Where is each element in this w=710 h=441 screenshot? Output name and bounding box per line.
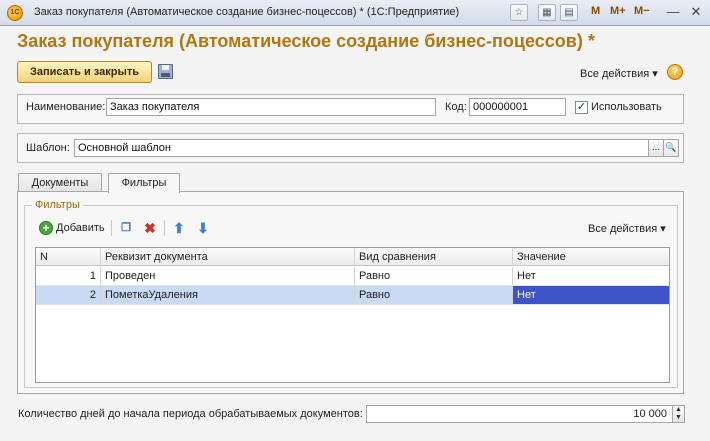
tab-filters[interactable]: Фильтры (108, 173, 180, 193)
favorites-star-icon[interactable]: ☆ (510, 4, 528, 21)
row-attribute[interactable]: ПометкаУдаления (101, 286, 355, 304)
memory-minus-button[interactable]: M− (634, 5, 650, 17)
code-field[interactable]: 000000001 (469, 98, 566, 116)
close-button[interactable]: ✕ (686, 3, 706, 22)
calculator-icon[interactable]: ▦ (538, 4, 556, 21)
filters-all-actions-menu[interactable]: Все действия ▾ (588, 222, 666, 235)
window-title: Заказ покупателя (Автоматическое создани… (34, 6, 460, 18)
code-label: Код: (445, 101, 467, 113)
row-number: 2 (36, 286, 101, 304)
row-number: 1 (36, 267, 101, 285)
minimize-button[interactable]: — (663, 3, 683, 22)
table-header: N Реквизит документа Вид сравнения Значе… (36, 248, 669, 266)
column-header-value[interactable]: Значение (513, 248, 669, 266)
column-header-comparison[interactable]: Вид сравнения (355, 248, 513, 266)
delete-row-icon[interactable]: ✖ (142, 220, 158, 236)
days-spin-button[interactable]: ▲ ▼ (672, 405, 685, 423)
row-comparison[interactable]: Равно (355, 286, 513, 304)
save-icon[interactable] (158, 64, 173, 79)
name-label: Наименование: (26, 101, 106, 113)
move-up-icon[interactable]: ⬆ (171, 220, 187, 236)
template-open-icon[interactable]: 🔍 (663, 139, 679, 157)
move-down-icon[interactable]: ⬇ (195, 220, 211, 236)
toolbar-divider (111, 220, 112, 236)
column-header-n[interactable]: N (36, 248, 101, 266)
tab-documents[interactable]: Документы (18, 173, 102, 192)
template-label: Шаблон: (26, 142, 70, 154)
days-before-period-label: Количество дней до начала периода обраба… (18, 408, 363, 420)
filters-table: N Реквизит документа Вид сравнения Значе… (35, 247, 670, 383)
table-row[interactable]: 1 Проведен Равно Нет (36, 267, 669, 286)
column-header-attribute[interactable]: Реквизит документа (101, 248, 355, 266)
save-and-close-button[interactable]: Записать и закрыть (17, 61, 152, 83)
toolbar-divider-2 (164, 220, 165, 236)
row-attribute[interactable]: Проведен (101, 267, 355, 285)
memory-m-button[interactable]: M (591, 5, 600, 17)
window-titlebar: 1С Заказ покупателя (Автоматическое созд… (0, 0, 710, 26)
calendar-icon[interactable]: ▤ (560, 4, 578, 21)
help-icon[interactable]: ? (667, 64, 683, 80)
add-row-icon[interactable]: + (39, 221, 53, 235)
app-logo-icon: 1С (7, 5, 23, 21)
memory-plus-button[interactable]: M+ (610, 5, 626, 17)
row-value-focused[interactable]: Нет (513, 286, 669, 304)
use-label: Использовать (591, 101, 662, 113)
form-title: Заказ покупателя (Автоматическое создани… (17, 31, 595, 51)
filters-legend: Фильтры (32, 199, 83, 211)
name-field[interactable]: Заказ покупателя (106, 98, 436, 116)
add-row-button[interactable]: Добавить (56, 222, 105, 234)
form-all-actions-menu[interactable]: Все действия ▾ (580, 67, 658, 80)
use-checkbox[interactable]: ✓ (575, 101, 588, 114)
template-select-button[interactable]: ... (648, 139, 664, 157)
days-before-period-field[interactable]: 10 000 (366, 405, 673, 423)
row-value[interactable]: Нет (513, 267, 669, 285)
row-comparison[interactable]: Равно (355, 267, 513, 285)
copy-row-icon[interactable]: ❐ (118, 220, 134, 236)
table-row[interactable]: 2 ПометкаУдаления Равно Нет (36, 286, 669, 305)
template-field[interactable]: Основной шаблон (74, 139, 649, 157)
